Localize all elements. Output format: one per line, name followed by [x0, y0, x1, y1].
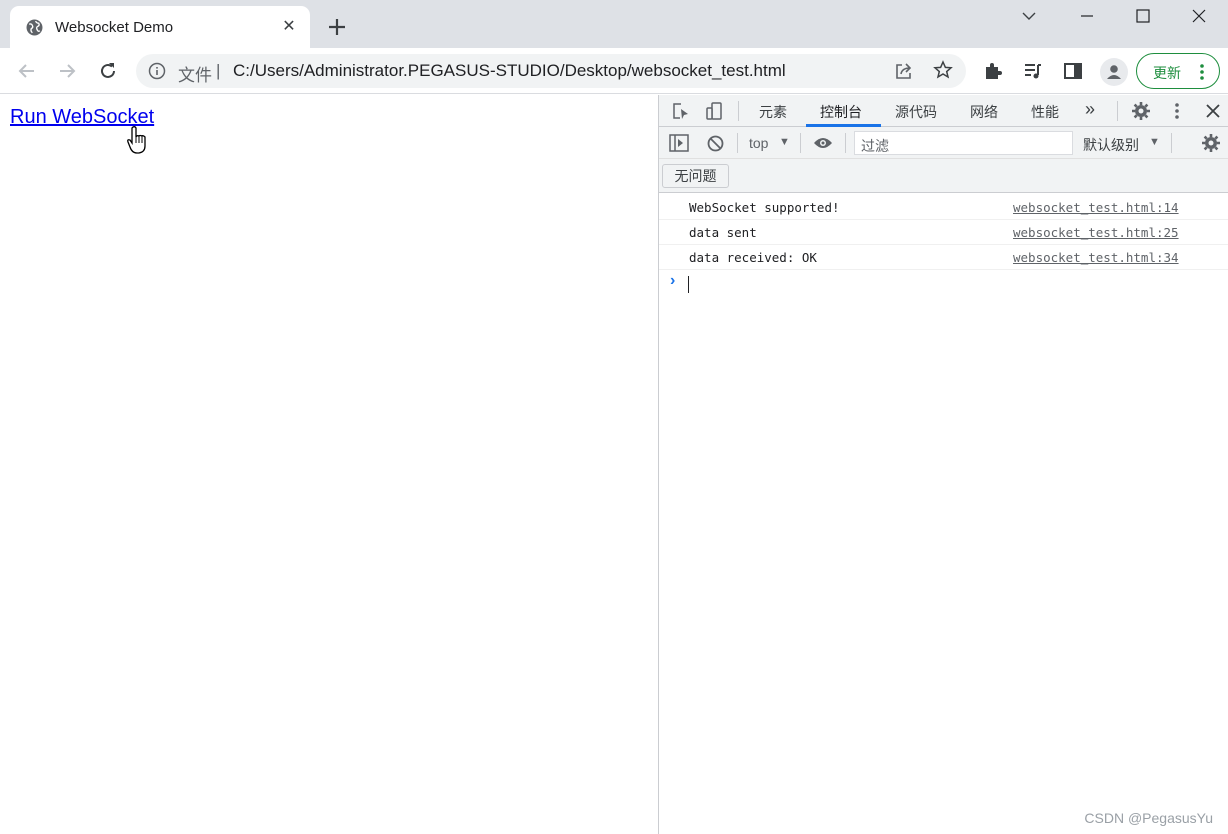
inspect-element-button[interactable] [671, 101, 691, 121]
issues-bar: 无问题 [659, 159, 1228, 193]
toolbar-divider [800, 133, 801, 153]
tab-title: Websocket Demo [55, 19, 174, 36]
log-level-selector[interactable]: 默认级别 [1083, 135, 1139, 155]
maximize-icon [1136, 9, 1150, 23]
tab-console[interactable]: 控制台 [820, 102, 862, 122]
message-source-link[interactable]: websocket_test.html:34 [1013, 250, 1179, 265]
toolbar-divider [1171, 133, 1172, 153]
reload-icon [101, 63, 115, 78]
playlist-music-icon [1025, 64, 1041, 79]
message-source-link[interactable]: websocket_test.html:14 [1013, 200, 1179, 215]
close-window-button[interactable] [1170, 0, 1228, 32]
avatar-icon [1107, 65, 1121, 79]
close-devtools-button[interactable] [1203, 101, 1223, 121]
console-message: WebSocket supported! websocket_test.html… [659, 195, 1228, 220]
close-icon [1192, 9, 1206, 23]
arrow-left-icon [18, 64, 34, 78]
message-text: data received: OK [689, 250, 817, 265]
address-bar[interactable]: 文件 | C:/Users/Administrator.PEGASUS-STUD… [136, 54, 966, 88]
toolbar-divider [737, 133, 738, 153]
context-dropdown-arrow-icon: ▼ [779, 136, 790, 148]
issues-button[interactable]: 无问题 [662, 164, 729, 188]
scheme-label: 文件 [178, 66, 212, 85]
console-message: data sent websocket_test.html:25 [659, 220, 1228, 245]
bookmark-star-icon[interactable] [933, 60, 953, 80]
clear-console-button[interactable] [705, 133, 725, 153]
forward-button[interactable] [56, 60, 78, 82]
devtools-menu-button[interactable] [1167, 101, 1187, 121]
console-filter-input[interactable]: 过滤 [854, 131, 1073, 155]
page-content: Run WebSocket [0, 95, 658, 834]
tab-search-button[interactable] [1000, 0, 1058, 32]
console-message: data received: OK websocket_test.html:34 [659, 245, 1228, 270]
close-icon [1206, 104, 1220, 118]
eye-icon [814, 138, 832, 148]
maximize-button[interactable] [1114, 0, 1172, 32]
devtools-panel: 元素 控制台 源代码 网络 性能 » top ▼ 过滤 默认级别 ▼ 无问题 W… [658, 95, 1228, 834]
prompt-chevron-icon: › [670, 272, 676, 289]
toolbar-divider [1117, 101, 1118, 121]
show-sidebar-button[interactable] [669, 133, 689, 153]
side-panel-button[interactable] [1062, 60, 1084, 82]
profile-button[interactable] [1100, 58, 1128, 86]
console-prompt[interactable]: › [659, 270, 1228, 296]
gear-icon [1132, 102, 1150, 120]
scheme-separator: | [216, 61, 221, 80]
live-expression-button[interactable] [813, 133, 833, 153]
message-source-link[interactable]: websocket_test.html:25 [1013, 225, 1179, 240]
reload-button[interactable] [97, 60, 119, 82]
extensions-button[interactable] [982, 60, 1004, 82]
globe-icon [26, 19, 43, 36]
level-dropdown-arrow-icon: ▼ [1149, 136, 1160, 148]
media-control-button[interactable] [1022, 60, 1044, 82]
tab-elements[interactable]: 元素 [759, 102, 787, 122]
tab-close-button[interactable]: ✕ [280, 18, 298, 36]
info-icon[interactable] [148, 62, 166, 80]
device-toolbar-button[interactable] [704, 101, 724, 121]
text-caret [688, 276, 689, 293]
url-text[interactable]: C:/Users/Administrator.PEGASUS-STUDIO/De… [233, 61, 786, 81]
message-text: WebSocket supported! [689, 200, 840, 215]
devtools-tab-bar: 元素 控制台 源代码 网络 性能 » [659, 95, 1228, 127]
kebab-menu-icon [1175, 103, 1179, 119]
browser-tab[interactable]: Websocket Demo ✕ [10, 6, 310, 48]
filter-placeholder: 过滤 [861, 138, 889, 154]
inspect-cursor-icon [673, 103, 688, 119]
chevron-down-icon [1022, 12, 1036, 20]
message-text: data sent [689, 225, 757, 240]
hand-cursor-icon [127, 126, 146, 154]
new-tab-plus-icon[interactable] [324, 14, 350, 40]
devtools-settings-button[interactable] [1131, 101, 1151, 121]
tab-sources[interactable]: 源代码 [895, 102, 937, 122]
toolbar-divider [845, 133, 846, 153]
device-icon [706, 102, 722, 120]
tab-performance[interactable]: 性能 [1031, 102, 1059, 122]
browser-toolbar: 文件 | C:/Users/Administrator.PEGASUS-STUD… [0, 48, 1228, 94]
arrow-right-icon [60, 64, 76, 78]
toolbar-divider [738, 101, 739, 121]
kebab-menu-icon [1200, 64, 1204, 80]
more-tabs-button[interactable]: » [1085, 99, 1095, 120]
block-icon [707, 135, 723, 151]
minimize-button[interactable] [1058, 0, 1116, 32]
side-panel-icon [1064, 63, 1082, 79]
console-toolbar: top ▼ 过滤 默认级别 ▼ [659, 127, 1228, 159]
console-settings-button[interactable] [1201, 133, 1221, 153]
share-icon[interactable] [894, 61, 914, 81]
minimize-icon [1081, 15, 1093, 17]
back-button[interactable] [16, 60, 38, 82]
tab-network[interactable]: 网络 [970, 102, 998, 122]
update-button-label: 更新 [1153, 65, 1181, 81]
puzzle-icon [986, 63, 1002, 79]
context-selector[interactable]: top [749, 135, 768, 151]
tab-strip: Websocket Demo ✕ [0, 0, 1228, 48]
sidebar-toggle-icon [669, 134, 689, 152]
update-button[interactable]: 更新 [1136, 53, 1220, 89]
gear-icon [1202, 134, 1220, 152]
watermark: CSDN @PegasusYu [1084, 810, 1213, 826]
